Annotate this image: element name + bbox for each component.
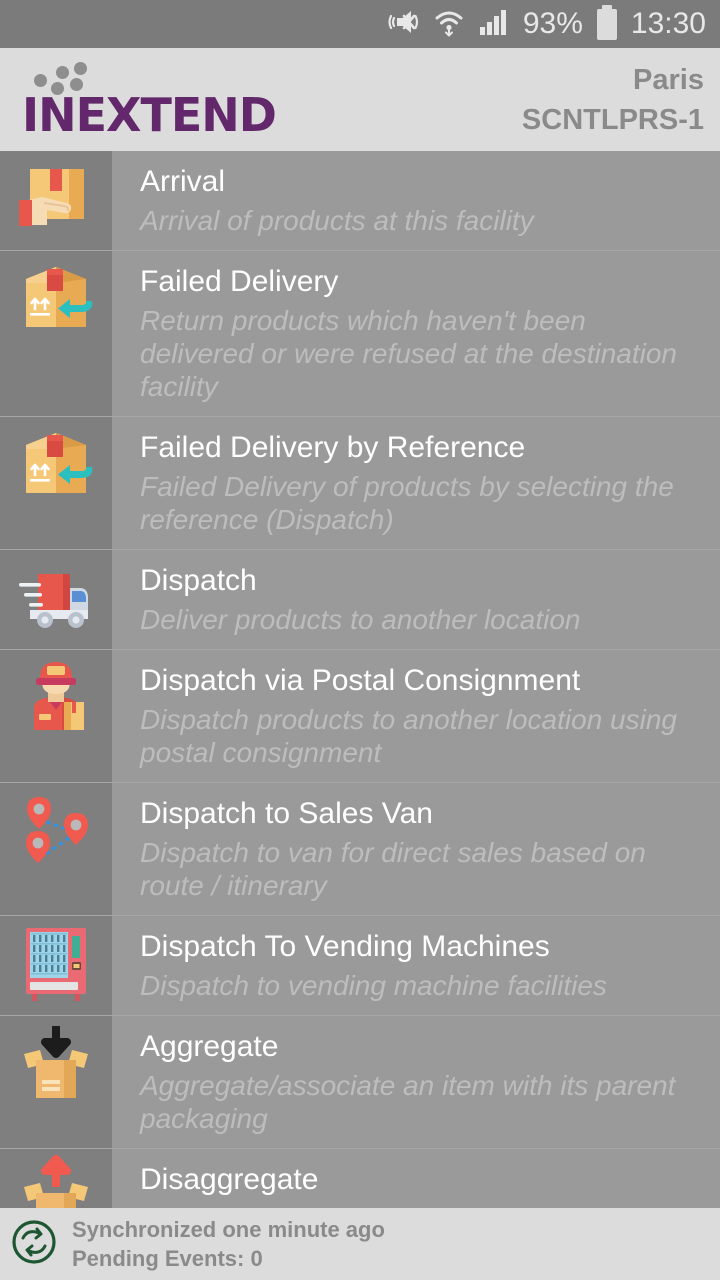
site-info: Paris SCNTLPRS-1 bbox=[522, 60, 704, 140]
list-item-title: Dispatch To Vending Machines bbox=[140, 930, 550, 963]
list-item-body: Aggregate Aggregate/associate an item wi… bbox=[112, 1016, 720, 1148]
list-item-title: Failed Delivery by Reference bbox=[140, 431, 526, 464]
operations-list[interactable]: Arrival Arrival of products at this faci… bbox=[0, 151, 720, 1208]
list-item-title: Dispatch to Sales Van bbox=[140, 797, 433, 830]
list-item[interactable]: Dispatch via Postal Consignment Dispatch… bbox=[0, 650, 720, 783]
list-item-body: Failed Delivery by Reference Failed Deli… bbox=[112, 417, 720, 549]
list-item-body: Dispatch Deliver products to another loc… bbox=[112, 550, 720, 649]
list-item-body: Dispatch via Postal Consignment Dispatch… bbox=[112, 650, 720, 782]
mute-icon bbox=[385, 7, 419, 42]
list-item[interactable]: Dispatch to Sales Van Dispatch to van fo… bbox=[0, 783, 720, 916]
list-item-title: Failed Delivery bbox=[140, 265, 339, 298]
logo-dots-icon bbox=[30, 61, 100, 96]
list-item-title: Dispatch via Postal Consignment bbox=[140, 664, 581, 697]
list-item[interactable]: Dispatch Deliver products to another loc… bbox=[0, 550, 720, 650]
list-item-description: Dispatch to vending machine facilities bbox=[140, 970, 607, 1001]
sync-refresh-icon[interactable] bbox=[10, 1218, 58, 1271]
list-item[interactable]: Failed Delivery by Reference Failed Deli… bbox=[0, 417, 720, 550]
list-item-body: Dispatch to Sales Van Dispatch to van fo… bbox=[112, 783, 720, 915]
list-item[interactable]: Arrival Arrival of products at this faci… bbox=[0, 151, 720, 251]
list-item[interactable]: Failed Delivery Return products which ha… bbox=[0, 251, 720, 417]
list-item-body: Arrival Arrival of products at this faci… bbox=[112, 151, 720, 250]
logo-wordmark: INEXTEND bbox=[22, 87, 277, 142]
list-item-description: Arrival of products at this facility bbox=[140, 205, 534, 236]
list-item[interactable]: Dispatch To Vending Machines Dispatch to… bbox=[0, 916, 720, 1016]
site-code-label: SCNTLPRS-1 bbox=[521, 103, 704, 136]
sync-status-label: Synchronized one minute ago bbox=[72, 1217, 385, 1242]
list-item[interactable]: Disaggregate Disaggregate/remove an item… bbox=[0, 1149, 720, 1208]
status-bar-icons: 93% 13:30 bbox=[385, 4, 706, 42]
signal-icon bbox=[479, 8, 509, 41]
list-item-description: Failed Delivery of products by selecting… bbox=[140, 471, 674, 535]
list-item-description: Dispatch products to another location us… bbox=[140, 704, 677, 768]
list-item-title: Dispatch bbox=[140, 564, 257, 597]
sync-texts: Synchronized one minute ago Pending Even… bbox=[72, 1215, 385, 1273]
clock-label: 13:30 bbox=[630, 7, 706, 40]
site-name-label: Paris bbox=[633, 63, 704, 96]
route-map-pins-icon bbox=[0, 783, 112, 879]
vending-machine-icon bbox=[0, 916, 112, 1012]
wifi-icon bbox=[433, 7, 465, 42]
list-item-title: Arrival bbox=[140, 165, 226, 198]
app-header: INEXTEND Paris SCNTLPRS-1 bbox=[0, 48, 720, 151]
battery-icon bbox=[596, 4, 617, 40]
list-item-description: Return products which haven't been deliv… bbox=[140, 305, 677, 402]
list-item-title: Aggregate bbox=[140, 1030, 279, 1063]
app-screen: 93% 13:30 INEXTEND Paris SCNTLPRS-1 Arri… bbox=[0, 0, 720, 1280]
box-return-arrow-icon bbox=[0, 251, 112, 347]
list-item[interactable]: Aggregate Aggregate/associate an item wi… bbox=[0, 1016, 720, 1149]
list-item-description: Disaggregate/remove an item from its par… bbox=[140, 1202, 698, 1208]
delivery-truck-icon bbox=[0, 550, 112, 646]
pending-events-label: Pending Events: 0 bbox=[72, 1246, 263, 1271]
battery-percent-label: 93% bbox=[522, 7, 583, 40]
list-item-title: Disaggregate bbox=[140, 1163, 319, 1196]
box-arrow-up-icon bbox=[0, 1149, 112, 1208]
list-item-description: Deliver products to another location bbox=[140, 604, 581, 635]
list-item-description: Dispatch to van for direct sales based o… bbox=[140, 837, 646, 901]
delivery-person-icon bbox=[0, 650, 112, 746]
status-bar: 93% 13:30 bbox=[0, 0, 720, 48]
hand-receiving-box-icon bbox=[0, 151, 112, 247]
box-return-arrow-icon bbox=[0, 417, 112, 513]
list-item-body: Failed Delivery Return products which ha… bbox=[112, 251, 720, 416]
box-arrow-down-icon bbox=[0, 1016, 112, 1112]
app-logo: INEXTEND bbox=[22, 61, 277, 142]
list-rows: Arrival Arrival of products at this faci… bbox=[0, 151, 720, 1208]
list-item-description: Aggregate/associate an item with its par… bbox=[140, 1070, 676, 1134]
sync-status-bar[interactable]: Synchronized one minute ago Pending Even… bbox=[0, 1208, 720, 1280]
list-item-body: Disaggregate Disaggregate/remove an item… bbox=[112, 1149, 720, 1208]
list-item-body: Dispatch To Vending Machines Dispatch to… bbox=[112, 916, 720, 1015]
